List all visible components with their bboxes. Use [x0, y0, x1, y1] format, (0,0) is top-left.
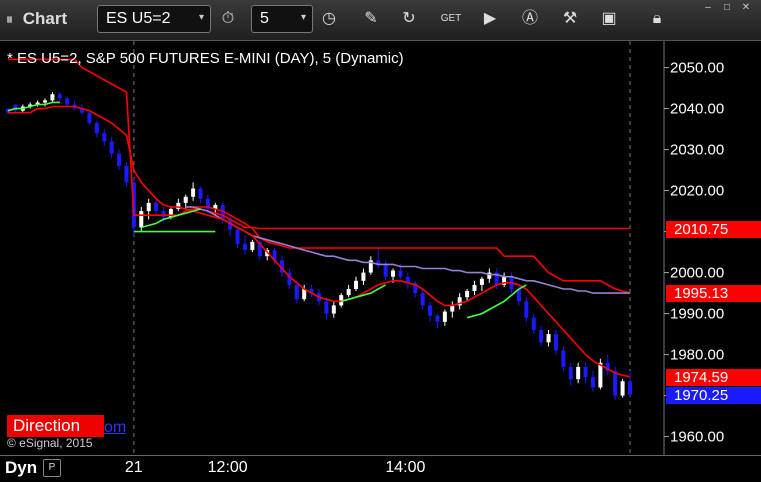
time-axis-bar: Dyn P 21 12:00 14:00 — [0, 455, 761, 482]
y-tick-label: 2040.00 — [670, 101, 724, 118]
candle-body — [294, 284, 299, 300]
candle-body — [161, 211, 166, 218]
minimize-icon[interactable]: – — [701, 3, 715, 13]
indicator-link[interactable]: om — [104, 419, 126, 437]
candle-body — [109, 141, 114, 154]
candle-body — [450, 305, 455, 312]
candle-body — [428, 305, 433, 316]
candle-body — [531, 317, 536, 330]
candle-body — [65, 98, 70, 105]
candle-body — [524, 301, 529, 318]
candle-body — [465, 291, 470, 298]
symbol-input[interactable]: ES U5=2 ▾ — [97, 5, 211, 33]
chevron-down-icon[interactable]: ▾ — [301, 12, 306, 23]
candle-body — [628, 381, 632, 395]
candle-body — [43, 100, 48, 103]
candle-body — [553, 334, 558, 351]
lock-icon[interactable]: 🔒︎ — [646, 8, 668, 30]
candle-body — [546, 334, 551, 343]
candle-body — [539, 330, 544, 343]
candle-body — [198, 188, 203, 199]
candle-body — [479, 278, 484, 285]
indicator-label[interactable]: Direction — [7, 415, 104, 437]
alert-icon[interactable]: Ⓐ — [519, 8, 541, 30]
candle-body — [561, 350, 566, 367]
grip-icon[interactable]: ⏸ — [6, 11, 18, 28]
candle-body — [346, 289, 351, 296]
y-tick-label: 2020.00 — [670, 183, 724, 200]
interval-input[interactable]: 5 ▾ — [251, 5, 313, 33]
candle-body — [576, 366, 581, 380]
candle-body — [568, 366, 573, 380]
price-tag: 1995.13 — [666, 284, 761, 302]
candle-body — [146, 202, 151, 212]
price-chart[interactable]: 2050.002040.002030.002020.002010.002000.… — [0, 41, 761, 455]
candle-body — [250, 241, 255, 251]
play-icon[interactable]: ▶ — [479, 8, 501, 30]
candle-body — [87, 112, 92, 123]
interval-value: 5 — [260, 10, 269, 27]
candle-body — [472, 284, 477, 292]
dynamic-label[interactable]: Dyn — [5, 458, 37, 478]
x-tick-label: 12:00 — [207, 459, 248, 476]
y-tick-label: 2030.00 — [670, 142, 724, 159]
clock-icon[interactable]: ◷ — [318, 8, 340, 30]
candle-body — [191, 188, 196, 197]
candle-body — [57, 94, 62, 99]
y-tick-label: 2050.00 — [670, 60, 724, 77]
y-tick-label: 1980.00 — [670, 347, 724, 364]
candle-body — [583, 366, 588, 378]
candle-body — [354, 280, 359, 289]
price-tag: 1974.59 — [666, 368, 761, 386]
toolbar: ⏸ Chart ES U5=2 ▾ ⏱ 5 ▾ ◷ ✎ ↻ GET ▶ Ⓐ ⚒ … — [0, 0, 761, 41]
refresh-icon[interactable]: ↻ — [398, 8, 420, 30]
chevron-down-icon[interactable]: ▾ — [199, 12, 204, 23]
candle-body — [242, 243, 247, 251]
candle-body — [117, 153, 122, 166]
candle-body — [324, 301, 329, 314]
candle-body — [398, 270, 403, 277]
candle-body — [124, 166, 129, 183]
y-tick-label: 2000.00 — [670, 265, 724, 282]
candle-body — [361, 272, 366, 281]
candle-body — [442, 311, 447, 322]
candle-body — [139, 211, 144, 228]
candle-body — [94, 122, 99, 134]
candle-body — [383, 264, 388, 277]
wrench-icon[interactable]: ⚒ — [559, 8, 581, 30]
x-tick-label: 14:00 — [385, 459, 426, 476]
candle-body — [331, 305, 336, 314]
chart-window: ⏸ Chart ES U5=2 ▾ ⏱ 5 ▾ ◷ ✎ ↻ GET ▶ Ⓐ ⚒ … — [0, 0, 761, 482]
get-icon[interactable]: GET — [440, 8, 462, 30]
candle-body — [435, 315, 440, 322]
clock-icon[interactable]: ⏱ — [217, 8, 239, 30]
camera-icon[interactable]: ▣ — [598, 8, 620, 30]
candle-body — [620, 381, 625, 396]
close-icon[interactable]: ✕ — [739, 3, 753, 13]
candle-body — [183, 196, 188, 203]
x-tick-label: 21 — [124, 459, 143, 476]
candle-body — [590, 377, 595, 388]
price-tag: 1970.25 — [666, 386, 761, 404]
title-label: Chart — [22, 9, 68, 28]
symbol-value: ES U5=2 — [106, 10, 171, 27]
maximize-icon[interactable]: □ — [720, 3, 734, 13]
window-title: ⏸ Chart — [6, 9, 67, 29]
y-tick-label: 1990.00 — [670, 306, 724, 323]
candle-body — [50, 94, 55, 101]
candle-body — [235, 229, 240, 244]
properties-button[interactable]: P — [43, 459, 61, 477]
candle-body — [168, 209, 173, 218]
candle-body — [102, 133, 107, 142]
chart-title: * ES U5=2, S&P 500 FUTURES E-MINI (DAY),… — [7, 50, 404, 67]
copyright: © eSignal, 2015 — [7, 436, 93, 450]
y-tick-label: 1960.00 — [670, 429, 724, 446]
pencil-icon[interactable]: ✎ — [360, 8, 382, 30]
candle-body — [154, 202, 159, 212]
candle-body — [420, 293, 425, 306]
price-tag: 2010.75 — [666, 220, 761, 238]
candle-body — [613, 371, 618, 396]
candle-body — [391, 270, 396, 277]
